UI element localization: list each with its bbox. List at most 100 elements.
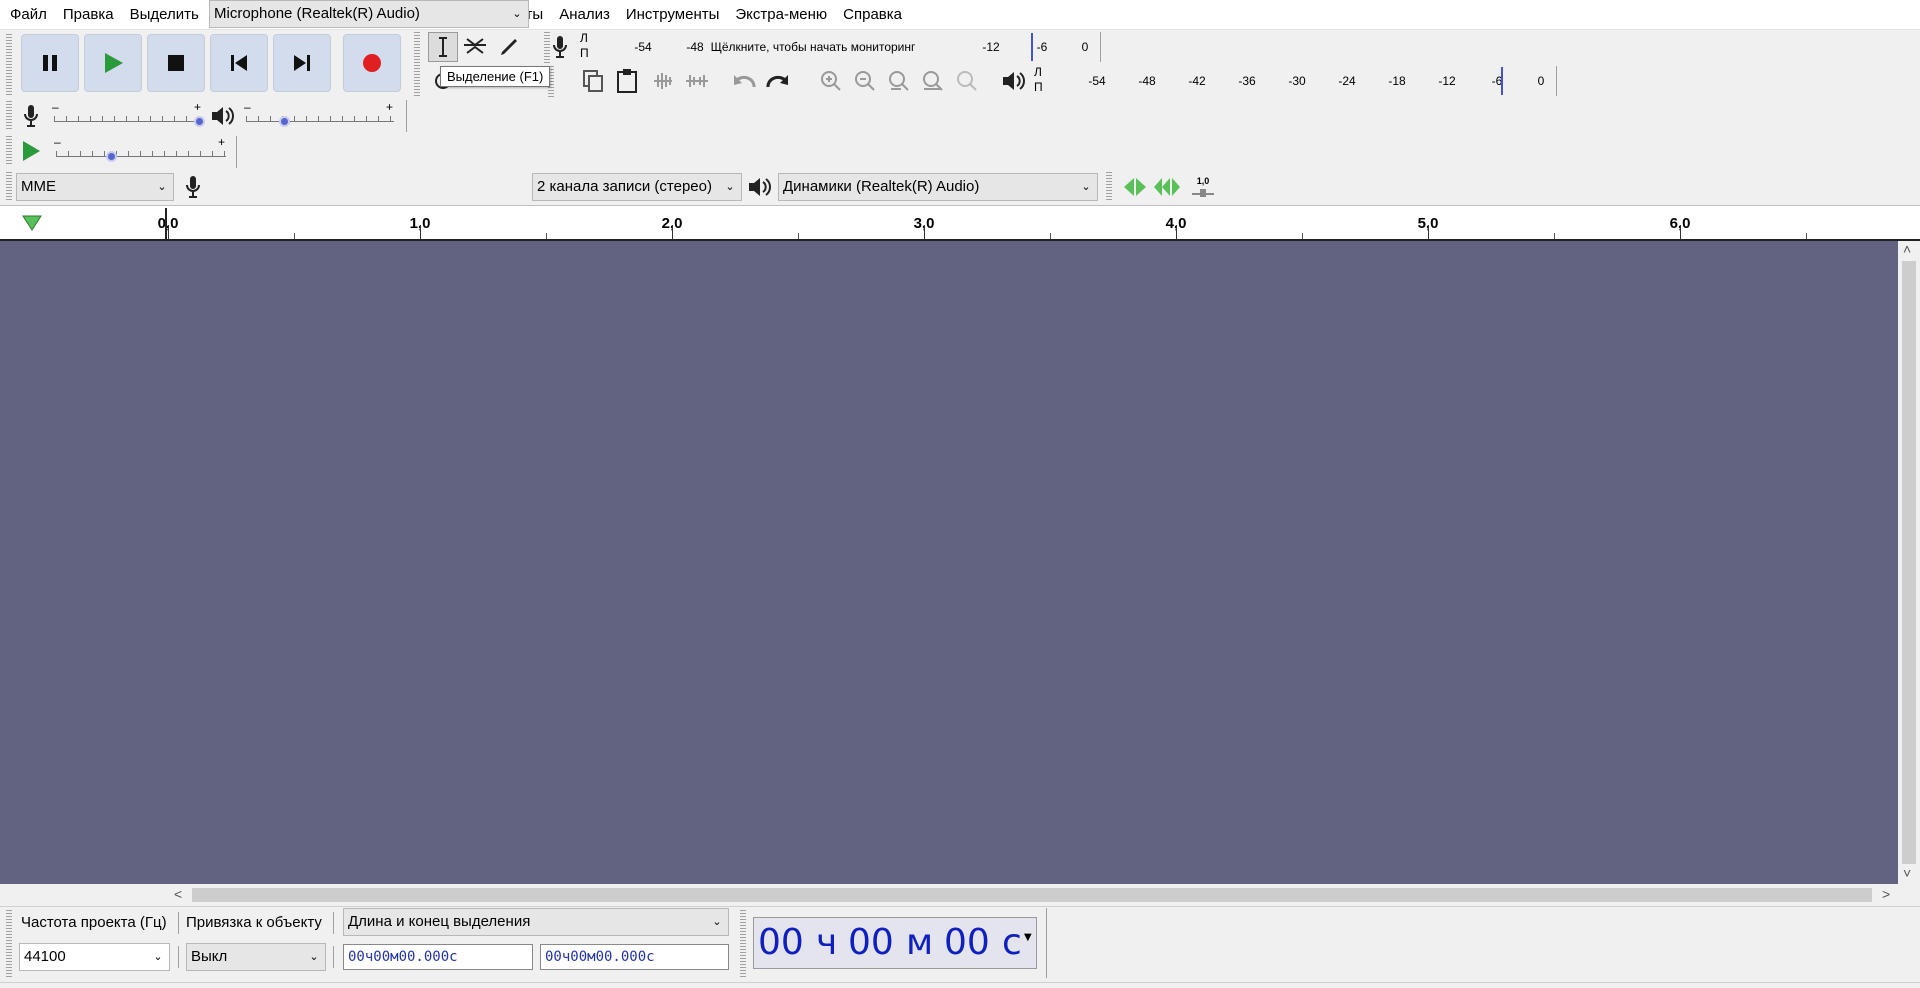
- mixer-grip[interactable]: [6, 101, 12, 131]
- scroll-right-icon[interactable]: ˃: [1882, 886, 1890, 902]
- slider-knob[interactable]: [194, 116, 205, 127]
- audio-host-select[interactable]: MME ⌄: [16, 173, 174, 201]
- monitoring-prompt[interactable]: Щёлкните, чтобы начать мониторинг: [711, 40, 916, 54]
- audio-position-display[interactable]: 00 ч 00 м 00 с ▼: [753, 917, 1037, 969]
- fit-project-button[interactable]: [918, 66, 948, 96]
- stop-button[interactable]: [147, 34, 205, 92]
- selection-tool[interactable]: [428, 32, 458, 62]
- scroll-up-icon[interactable]: ˄: [1903, 241, 1911, 257]
- play-at-speed-button[interactable]: [16, 136, 46, 166]
- device-grip[interactable]: [6, 172, 12, 202]
- silence-button[interactable]: [682, 66, 712, 96]
- menu-item[interactable]: Экстра-меню: [727, 0, 835, 30]
- slider-knob[interactable]: [106, 151, 117, 162]
- copy-button[interactable]: [578, 66, 608, 96]
- play-at-speed-once-button[interactable]: [1120, 172, 1150, 202]
- timeline-options-button[interactable]: [17, 208, 47, 238]
- chevron-down-icon: ⌄: [157, 181, 167, 193]
- slider-knob[interactable]: [279, 116, 290, 127]
- playback-speed-slider[interactable]: – +: [54, 135, 228, 163]
- selection-mode-select[interactable]: Длина и конец выделения ⌄: [343, 908, 729, 936]
- trim-button[interactable]: [648, 66, 678, 96]
- record-meter-mic-button[interactable]: [545, 32, 575, 62]
- separator: [178, 912, 179, 934]
- slider-max-label: +: [218, 135, 226, 149]
- recording-volume-slider[interactable]: – +: [52, 100, 205, 128]
- redo-button[interactable]: [762, 66, 792, 96]
- menu-item[interactable]: Инструменты: [618, 0, 728, 30]
- meter-left-label: Л: [1034, 65, 1042, 79]
- separator: [1046, 908, 1047, 978]
- play-button[interactable]: [84, 34, 142, 92]
- vertical-scroll-thumb[interactable]: [1902, 261, 1916, 864]
- stop-icon: [168, 55, 184, 71]
- timeline-ruler[interactable]: 0,0 1,0 2,0 3,0 4,0 5,0 6,0: [0, 205, 1920, 241]
- selection-start-time[interactable]: 00ч00м00.000с: [343, 944, 533, 970]
- separator: [178, 946, 179, 968]
- menu-item[interactable]: Правка: [55, 0, 122, 30]
- play-at-speed-cut-preview-button[interactable]: [1152, 172, 1182, 202]
- paste-button[interactable]: [612, 66, 642, 96]
- chevron-down-icon: ⌄: [1081, 181, 1091, 193]
- playback-meter-speaker-button[interactable]: [998, 66, 1028, 96]
- ruler-minor-tick: [1806, 233, 1807, 239]
- selection-grip[interactable]: [6, 910, 12, 978]
- play-at-speed-grip[interactable]: [6, 136, 12, 166]
- zoom-out-button[interactable]: [850, 66, 880, 96]
- selection-end-time[interactable]: 00ч00м00.000с: [540, 944, 729, 970]
- undo-button[interactable]: [730, 66, 760, 96]
- pause-button[interactable]: [21, 34, 79, 92]
- meter-tick: -42: [1188, 74, 1206, 88]
- meter-tick: -54: [634, 40, 652, 54]
- snap-to-select[interactable]: Выкл ⌄: [186, 943, 326, 971]
- ruler-minor-tick: [294, 233, 295, 239]
- time-grip[interactable]: [740, 910, 746, 978]
- tools-grip[interactable]: [414, 32, 420, 98]
- recording-channels-select[interactable]: 2 канала записи (стерео) ⌄: [532, 173, 742, 201]
- meter-left-label: Л: [580, 31, 588, 45]
- playback-speed-button[interactable]: 1,0: [1188, 172, 1218, 202]
- slider-track: [54, 121, 200, 122]
- slider-min-label: –: [244, 100, 251, 114]
- copy-icon: [583, 70, 603, 92]
- time-format-dropdown-icon[interactable]: ▼: [1024, 932, 1032, 943]
- meter-tick: -48: [1138, 74, 1156, 88]
- playback-device-select[interactable]: Динамики (Realtek(R) Audio) ⌄: [778, 173, 1098, 201]
- menu-item[interactable]: Файл: [2, 0, 55, 30]
- zoom-toggle-button[interactable]: [952, 66, 982, 96]
- draw-tool[interactable]: [494, 32, 524, 62]
- separator: [333, 912, 334, 934]
- horizontal-scrollbar[interactable]: ˂ ˃: [170, 884, 1898, 906]
- vertical-scrollbar[interactable]: ˄ ˅: [1898, 241, 1920, 884]
- zoom-in-button[interactable]: [816, 66, 846, 96]
- scroll-down-icon[interactable]: ˅: [1903, 865, 1911, 881]
- playback-volume-slider[interactable]: – +: [244, 100, 396, 128]
- fit-selection-button[interactable]: [884, 66, 914, 96]
- recording-device-select[interactable]: Microphone (Realtek(R) Audio) ⌄: [209, 0, 529, 28]
- zoom-toggle-icon: [957, 71, 977, 91]
- ruler-major-tick: [1176, 225, 1177, 239]
- track-panel[interactable]: [0, 241, 1898, 884]
- menu-item[interactable]: Справка: [835, 0, 910, 30]
- pause-icon: [43, 55, 57, 71]
- ruler-major-tick: [1428, 225, 1429, 239]
- transcription-grip[interactable]: [1106, 172, 1112, 202]
- record-button[interactable]: [343, 34, 401, 92]
- envelope-tool[interactable]: [460, 32, 490, 62]
- meter-right-label: П: [1034, 80, 1043, 94]
- toolbar-grip[interactable]: [6, 34, 12, 96]
- project-rate-select[interactable]: 44100 ⌄: [19, 943, 170, 971]
- record-meter[interactable]: Л П -54 -48 Щёлкните, чтобы начать монит…: [580, 31, 1100, 61]
- skip-to-end-button[interactable]: [273, 34, 331, 92]
- chevron-down-icon: ⌄: [153, 951, 163, 963]
- scroll-left-icon[interactable]: ˂: [174, 886, 182, 902]
- menu-item[interactable]: Выделить: [122, 0, 207, 30]
- skip-to-start-button[interactable]: [210, 34, 268, 92]
- slider-track: [56, 156, 226, 157]
- playhead-marker[interactable]: [165, 208, 167, 240]
- slider-track: [246, 121, 394, 122]
- ibeam-icon: [439, 37, 447, 57]
- horizontal-scroll-thumb[interactable]: [192, 888, 1872, 902]
- menu-item[interactable]: Анализ: [551, 0, 618, 30]
- playback-meter[interactable]: Л П -54 -48 -42 -36 -30 -24 -18 -12 -6 0: [1034, 65, 1554, 95]
